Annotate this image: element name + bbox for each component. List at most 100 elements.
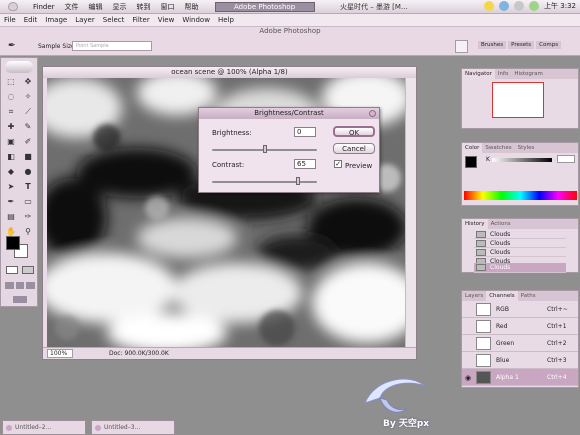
palette-well-icon[interactable]	[455, 40, 468, 53]
menu-finder[interactable]: Finder	[28, 3, 60, 11]
tab-channels[interactable]: Channels	[486, 291, 518, 301]
zoom-field[interactable]: 100%	[47, 349, 73, 358]
menu-edit[interactable]: Edit	[20, 16, 42, 24]
k-slider[interactable]	[492, 158, 552, 162]
minimized-window[interactable]: Untitled–2...	[2, 420, 86, 435]
type-tool-icon[interactable]: T	[21, 181, 35, 193]
brush-tool-icon[interactable]: ✎	[21, 121, 35, 133]
menu-edit-cn[interactable]: 编辑	[84, 2, 108, 12]
history-item[interactable]: Clouds	[474, 248, 566, 257]
taskbar-photoshop[interactable]: Adobe Photoshop	[215, 2, 315, 12]
navigator-panel: Navigator Info Histogram	[461, 68, 579, 129]
document-title[interactable]: ocean scene @ 100% (Alpha 1/8)	[43, 67, 416, 78]
notes-tool-icon[interactable]: ▤	[4, 211, 18, 223]
quickmask-mode-icon[interactable]	[22, 266, 34, 274]
stamp-tool-icon[interactable]: ▣	[4, 136, 18, 148]
eye-visibility-icon[interactable]: ◉	[465, 374, 471, 382]
lasso-tool-icon[interactable]: ◌	[4, 91, 18, 103]
path-select-tool-icon[interactable]: ➤	[4, 181, 18, 193]
tab-presets[interactable]: Presets	[508, 41, 535, 49]
taskbar-browser[interactable]: 火星时代 – 墨游 [M...	[330, 2, 420, 12]
network-icon[interactable]	[499, 1, 510, 11]
cancel-button[interactable]: Cancel	[333, 143, 375, 154]
tab-layers[interactable]: Layers	[462, 291, 486, 301]
eyedropper-tool-icon-2[interactable]: ✑	[21, 211, 35, 223]
menu-image[interactable]: Image	[41, 16, 71, 24]
tab-histogram[interactable]: Histogram	[511, 69, 546, 79]
brightness-slider-thumb[interactable]	[262, 145, 267, 153]
tab-history[interactable]: History	[462, 219, 488, 229]
slice-tool-icon[interactable]: ⟋	[21, 106, 35, 118]
magic-wand-tool-icon[interactable]: ✧	[21, 91, 35, 103]
tab-navigator[interactable]: Navigator	[462, 69, 495, 79]
tab-actions[interactable]: Actions	[488, 219, 514, 229]
channel-row-rgb[interactable]: RGB Ctrl+~	[462, 301, 578, 318]
channel-row-blue[interactable]: Blue Ctrl+3	[462, 352, 578, 369]
menu-window-cn[interactable]: 窗口	[156, 2, 180, 12]
doc-size[interactable]: Doc: 900.0K/300.0K	[109, 350, 169, 357]
menu-go-cn[interactable]: 转到	[132, 2, 156, 12]
menu-window[interactable]: Window	[178, 16, 214, 24]
menu-help-cn[interactable]: 帮助	[180, 2, 204, 12]
move-tool-icon[interactable]: ✥	[21, 76, 35, 88]
dodge-tool-icon[interactable]: ●	[21, 166, 35, 178]
k-value-field[interactable]	[557, 155, 575, 163]
navigator-preview[interactable]	[492, 82, 544, 118]
screen-mode-icons[interactable]	[5, 282, 36, 289]
volume-icon[interactable]	[514, 1, 525, 11]
eyedropper-tool-icon[interactable]: ✒	[8, 41, 16, 51]
tab-swatches[interactable]: Swatches	[482, 143, 514, 153]
window-title: Adobe Photoshop	[259, 27, 321, 35]
menu-file[interactable]: File	[0, 16, 20, 24]
menu-select[interactable]: Select	[99, 16, 129, 24]
tab-color[interactable]: Color	[462, 143, 483, 153]
marquee-tool-icon[interactable]: ⬚	[4, 76, 18, 88]
shape-tool-icon[interactable]: ▭	[21, 196, 35, 208]
menu-help[interactable]: Help	[214, 16, 238, 24]
history-brush-tool-icon[interactable]: ✐	[21, 136, 35, 148]
tab-comps[interactable]: Comps	[536, 41, 562, 49]
feather-logo-icon[interactable]	[5, 61, 33, 73]
gradient-tool-icon[interactable]: ■	[21, 151, 35, 163]
vertical-scrollbar[interactable]	[405, 78, 416, 348]
battery-icon[interactable]	[529, 1, 540, 11]
pen-tool-icon[interactable]: ✒	[4, 196, 18, 208]
menu-filter[interactable]: Filter	[128, 16, 153, 24]
contrast-input[interactable]: 65	[294, 159, 316, 169]
history-item[interactable]: Clouds	[474, 230, 566, 239]
sample-size-select[interactable]: Point Sample	[72, 41, 152, 51]
ok-button[interactable]: OK	[333, 126, 375, 137]
color-ramp[interactable]	[464, 191, 577, 200]
zoom-tool-icon[interactable]: ⚲	[21, 226, 35, 238]
menu-view-cn[interactable]: 显示	[108, 2, 132, 12]
dialog-title[interactable]: Brightness/Contrast	[199, 108, 379, 119]
color-fg-swatch[interactable]	[465, 156, 477, 168]
menu-layer[interactable]: Layer	[71, 16, 99, 24]
foreground-color-swatch[interactable]	[6, 236, 20, 250]
radiation-icon[interactable]	[484, 1, 495, 11]
preview-checkbox[interactable]: ✓	[334, 160, 342, 168]
eraser-tool-icon[interactable]: ◧	[4, 151, 18, 163]
tab-paths[interactable]: Paths	[518, 291, 539, 301]
crop-tool-icon[interactable]: ⌗	[4, 106, 18, 118]
dialog-close-icon[interactable]	[369, 110, 376, 117]
brightness-input[interactable]: 0	[294, 127, 316, 137]
contrast-slider-thumb[interactable]	[296, 177, 301, 185]
jump-to-imageready-icon[interactable]	[13, 296, 27, 303]
channel-row-red[interactable]: Red Ctrl+1	[462, 318, 578, 335]
menu-file-cn[interactable]: 文件	[60, 2, 84, 12]
blur-tool-icon[interactable]: ◆	[4, 166, 18, 178]
apple-menu-icon[interactable]	[8, 2, 18, 11]
channel-row-green[interactable]: Green Ctrl+2	[462, 335, 578, 352]
tab-brushes[interactable]: Brushes	[478, 41, 507, 49]
standard-mode-icon[interactable]	[6, 266, 18, 274]
history-item-selected[interactable]: Clouds	[474, 263, 566, 273]
healing-tool-icon[interactable]: ✚	[4, 121, 18, 133]
tab-styles[interactable]: Styles	[515, 143, 538, 153]
history-item[interactable]: Clouds	[474, 239, 566, 248]
channel-row-alpha1[interactable]: ◉ Alpha 1 Ctrl+4	[462, 369, 578, 386]
tab-info[interactable]: Info	[495, 69, 511, 79]
minimized-window[interactable]: Untitled–3...	[91, 420, 175, 435]
contrast-slider[interactable]	[212, 181, 317, 183]
menu-view[interactable]: View	[154, 16, 179, 24]
